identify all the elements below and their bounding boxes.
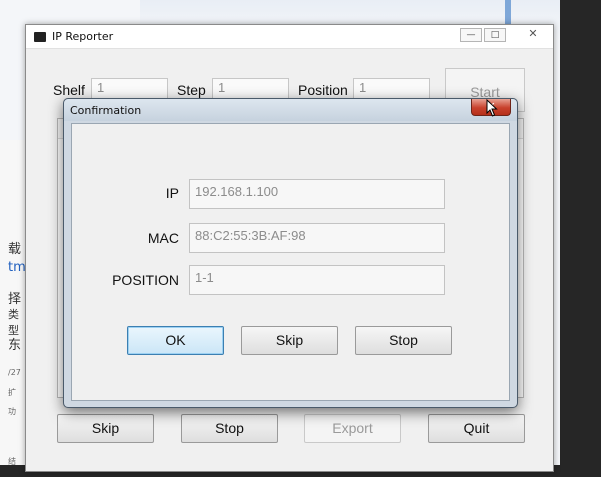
background-text: 功 bbox=[8, 407, 16, 416]
shelf-field[interactable]: 1 bbox=[91, 78, 168, 100]
minimize-button[interactable]: — bbox=[460, 28, 482, 42]
dialog-titlebar[interactable]: Confirmation ✕ bbox=[64, 99, 517, 121]
background-text: 东 bbox=[8, 338, 22, 353]
quit-button[interactable]: Quit bbox=[428, 414, 525, 443]
dialog-skip-button[interactable]: Skip bbox=[241, 326, 338, 355]
position-dialog-field[interactable]: 1-1 bbox=[189, 265, 445, 295]
position-dialog-label: POSITION bbox=[112, 272, 179, 288]
ip-label: IP bbox=[165, 185, 179, 201]
window-title: IP Reporter bbox=[52, 30, 114, 43]
dialog-title: Confirmation bbox=[70, 104, 142, 117]
position-field[interactable]: 1 bbox=[353, 78, 430, 100]
step-field[interactable]: 1 bbox=[212, 78, 289, 100]
main-titlebar[interactable]: IP Reporter — □ ✕ bbox=[26, 25, 553, 49]
dialog-stop-button[interactable]: Stop bbox=[355, 326, 452, 355]
position-label: Position bbox=[298, 82, 348, 98]
background-text: 扩 bbox=[8, 388, 16, 397]
confirmation-dialog: Confirmation ✕ IP 192.168.1.100 MAC 88:C… bbox=[63, 98, 518, 408]
close-button[interactable]: ✕ bbox=[522, 28, 544, 42]
ip-field[interactable]: 192.168.1.100 bbox=[189, 179, 445, 209]
mouse-cursor-icon bbox=[486, 99, 498, 117]
app-icon bbox=[34, 32, 46, 42]
maximize-button[interactable]: □ bbox=[484, 28, 506, 42]
export-button[interactable]: Export bbox=[304, 414, 401, 443]
shelf-label: Shelf bbox=[53, 82, 85, 98]
background-text: 载 bbox=[8, 242, 22, 257]
dialog-body: IP 192.168.1.100 MAC 88:C2:55:3B:AF:98 P… bbox=[71, 123, 510, 401]
background-text: 结 bbox=[8, 457, 16, 466]
background-link: tm bbox=[8, 260, 26, 275]
skip-button[interactable]: Skip bbox=[57, 414, 154, 443]
mac-field[interactable]: 88:C2:55:3B:AF:98 bbox=[189, 223, 445, 253]
background-text: 择 bbox=[8, 292, 22, 307]
ok-button[interactable]: OK bbox=[127, 326, 224, 355]
mac-label: MAC bbox=[147, 230, 179, 246]
background-text: /27 bbox=[8, 368, 21, 377]
stop-button[interactable]: Stop bbox=[181, 414, 278, 443]
step-label: Step bbox=[177, 82, 206, 98]
